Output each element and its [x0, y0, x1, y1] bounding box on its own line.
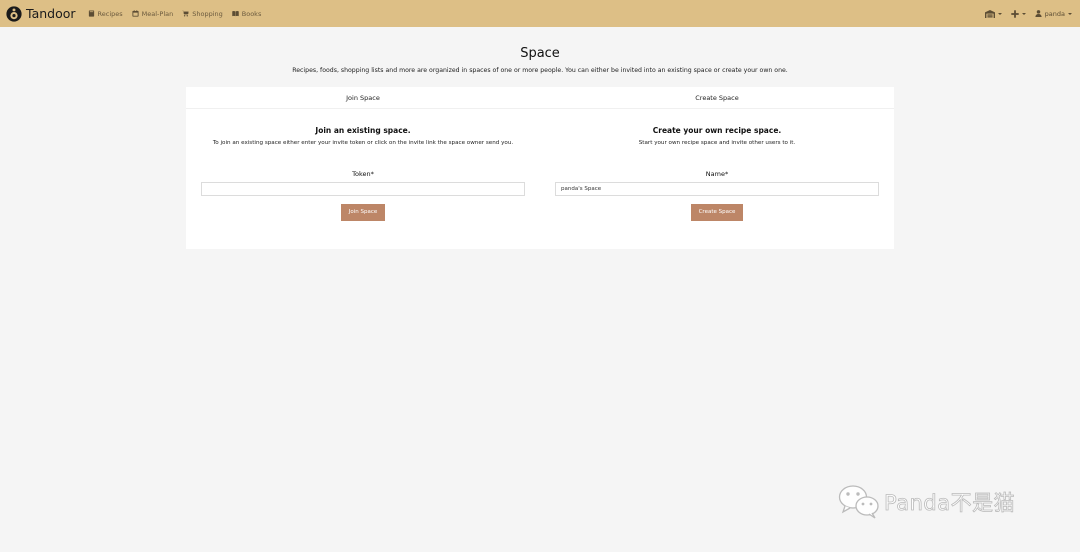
user-dropdown[interactable]: panda [1035, 10, 1072, 18]
navbar: Tandoor Recipes Meal-Plan Shopping Books [0, 0, 1080, 27]
create-space-button[interactable]: Create Space [690, 204, 744, 221]
user-name: panda [1044, 9, 1065, 18]
name-label: Name* [705, 170, 729, 178]
nav-link-label: Shopping [192, 9, 223, 18]
nav-link-recipes[interactable]: Recipes [88, 10, 123, 18]
token-input[interactable] [201, 182, 525, 196]
join-space-description: To join an existing space either enter y… [212, 140, 514, 146]
nav-link-meal-plan[interactable]: Meal-Plan [132, 9, 174, 18]
brand[interactable]: Tandoor [6, 5, 76, 22]
chevron-down-icon [997, 12, 1002, 15]
nav-link-label: Recipes [97, 9, 123, 18]
add-dropdown[interactable] [1010, 9, 1026, 18]
nav-link-label: Books [241, 9, 262, 18]
user-icon [1035, 10, 1042, 17]
space-name-input[interactable] [555, 182, 879, 196]
watermark-text: Panda不是猫 [884, 491, 1016, 516]
warehouse-icon [984, 9, 995, 18]
tab-create-space[interactable]: Create Space [540, 87, 894, 108]
token-label: Token* [352, 170, 374, 178]
nav-right: panda [984, 9, 1072, 18]
chevron-down-icon [1068, 12, 1072, 15]
brand-name: Tandoor [26, 6, 76, 21]
page-subtitle: Recipes, foods, shopping lists and more … [292, 67, 788, 74]
page-title: Space [520, 46, 560, 61]
plus-icon [1010, 9, 1019, 18]
space-dropdown[interactable] [984, 9, 1002, 18]
calendar-icon [132, 10, 139, 17]
tab-join-space[interactable]: Join Space [186, 87, 540, 108]
create-space-title: Create your own recipe space. [652, 126, 782, 135]
book-icon [88, 10, 94, 17]
join-space-title: Join an existing space. [315, 126, 411, 135]
chevron-down-icon [1021, 12, 1026, 15]
nav-links: Recipes Meal-Plan Shopping Books [88, 9, 262, 18]
create-space-description: Start your own recipe space and invite o… [638, 140, 796, 146]
wechat-icon [838, 485, 879, 519]
space-columns: Join an existing space. To join an exist… [186, 109, 894, 221]
nav-link-books[interactable]: Books [232, 9, 262, 18]
open-book-icon [232, 11, 239, 17]
nav-link-label: Meal-Plan [141, 9, 174, 18]
tandoor-logo-icon [6, 5, 22, 22]
create-space-section: Create your own recipe space. Start your… [540, 109, 894, 221]
join-space-section: Join an existing space. To join an exist… [186, 109, 540, 221]
watermark: Panda不是猫 [838, 484, 1015, 520]
nav-link-shopping[interactable]: Shopping [182, 10, 223, 18]
space-tabs: Join Space Create Space [186, 87, 894, 109]
space-card: Join Space Create Space Join an existing… [186, 87, 894, 249]
cart-icon [182, 10, 189, 17]
join-space-button[interactable]: Join Space [340, 204, 386, 221]
